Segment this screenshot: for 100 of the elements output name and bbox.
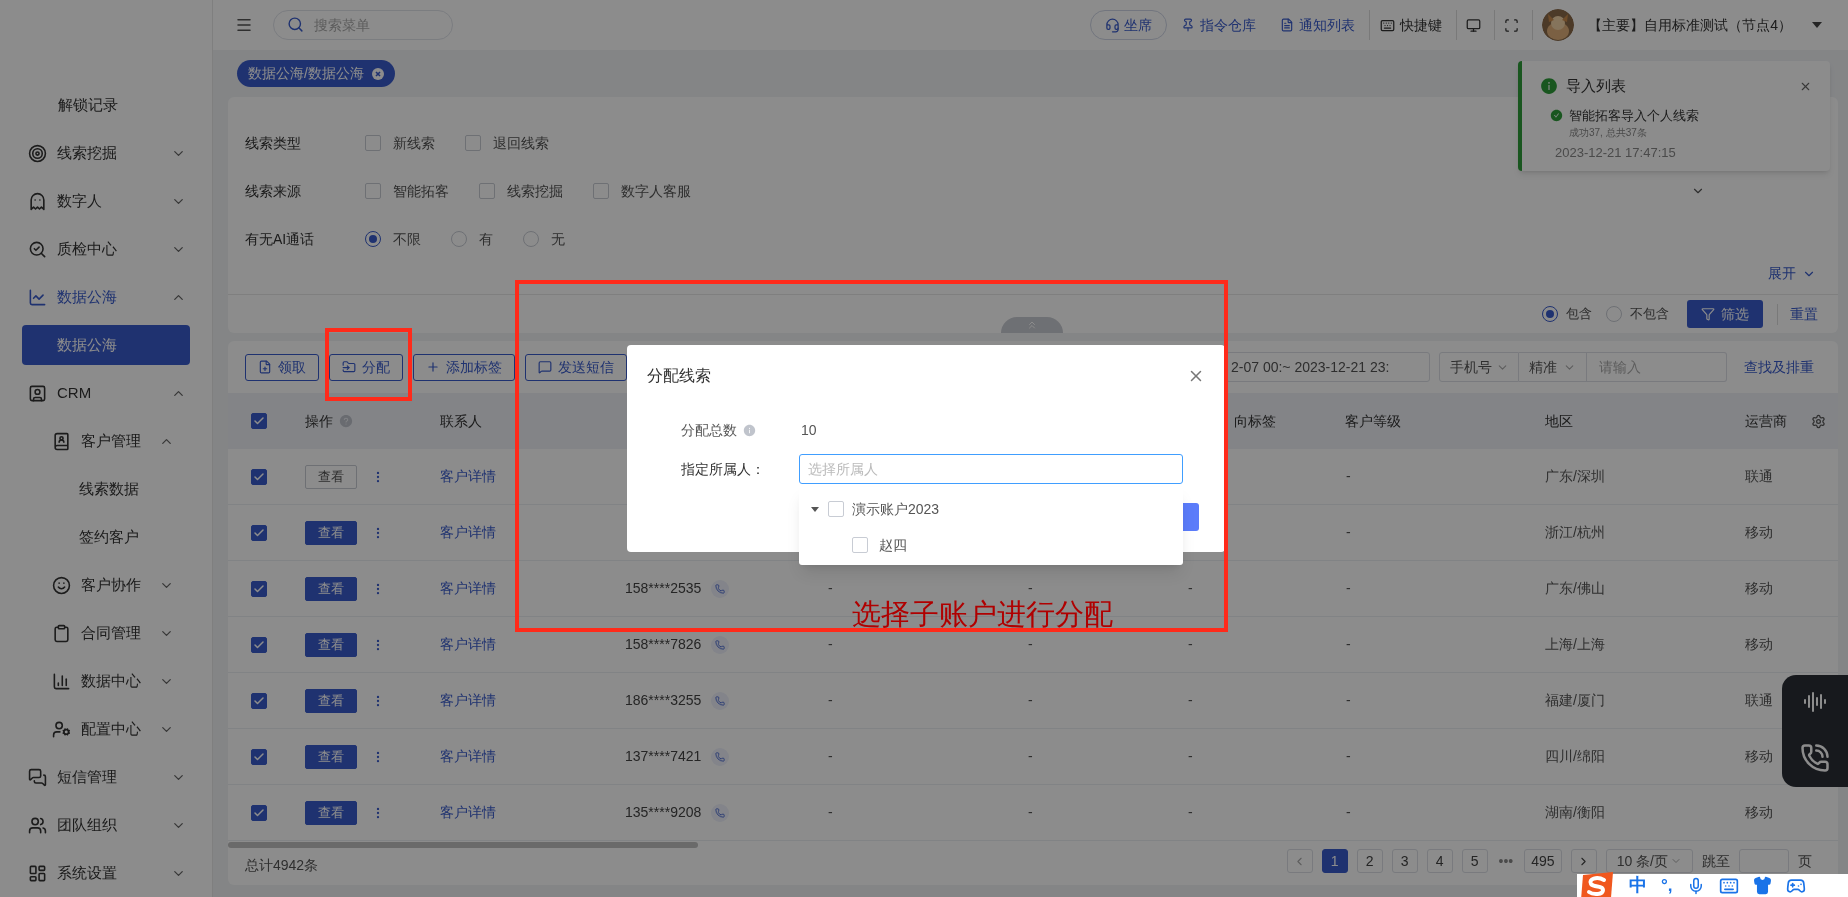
ime-punctuation[interactable]: °, [1661,872,1673,897]
date-range-field[interactable]: 2-07 00:~ 2023-12-21 23: [1226,352,1430,382]
row-checkbox[interactable] [251,692,267,709]
nav-item[interactable]: 线索挖掘 [0,129,212,177]
page-input[interactable] [1739,849,1789,873]
toolbar-button[interactable]: 发送短信 [525,353,627,381]
row-checkbox[interactable] [251,580,267,597]
user-name[interactable]: 【主要】自用标准测试（节点4） [1588,14,1792,36]
view-button[interactable]: 查看 [305,464,357,489]
nav-item[interactable]: 客户管理 [0,417,212,465]
toolbar-link[interactable]: 通知列表 [1270,10,1366,40]
nav-item[interactable]: 线索数据 [0,477,139,501]
table-cell: - [828,692,833,708]
nav-item[interactable]: 团队组织 [0,801,212,849]
contact-link[interactable]: 客户详情 [425,802,610,823]
nav-item[interactable]: 质检中心 [0,225,212,273]
nav-item[interactable]: 数据公海 [22,325,190,365]
contact-link[interactable]: 客户详情 [425,746,610,767]
expand-link[interactable]: 展开 [1768,263,1816,284]
checkbox[interactable] [365,183,381,199]
contact-link[interactable]: 客户详情 [425,578,610,599]
row-checkbox[interactable] [251,524,267,541]
toolbar-button[interactable]: 添加标签 [413,353,515,381]
tree-item[interactable]: 演示账户2023 [852,498,940,520]
page-size-select[interactable]: 10 条/页 [1605,849,1693,873]
toolbar-link[interactable]: 指令仓库 [1171,10,1267,40]
page-tab[interactable]: 数据公海/数据公海 [237,60,395,87]
row-checkbox[interactable] [251,636,267,653]
settings-icon[interactable] [1811,413,1826,429]
caret-down-icon[interactable] [1812,22,1822,28]
phone-icon[interactable] [711,747,730,766]
page-button[interactable]: 5 [1461,849,1488,873]
close-icon[interactable] [371,67,384,80]
page-button[interactable]: 1 [1321,849,1348,873]
phone-icon[interactable] [1800,742,1830,773]
view-button[interactable]: 查看 [305,520,357,545]
checkbox[interactable] [828,501,844,517]
checkbox[interactable] [852,537,868,553]
nav-item[interactable]: 合同管理 [0,609,212,657]
row-checkbox[interactable] [251,804,267,821]
nav-item[interactable]: 客户协作 [0,561,212,609]
view-button[interactable]: 查看 [305,800,357,825]
view-button[interactable]: 查看 [305,632,357,657]
page-button[interactable]: 3 [1391,849,1418,873]
toolbar-button[interactable]: 分配 [329,353,403,381]
nav-item[interactable]: 数据公海 [0,273,212,321]
shortcut-button[interactable]: 快捷键 [1369,10,1453,40]
radio-button[interactable] [1542,306,1558,322]
find-dedupe-link[interactable]: 查找及排重 [1740,356,1818,378]
nav-item[interactable]: 配置中心 [0,705,212,753]
owner-select[interactable]: 选择所属人 [799,454,1183,484]
next-page-button[interactable] [1570,849,1597,873]
reset-link[interactable]: 重置 [1777,303,1818,325]
row-checkbox[interactable] [251,748,267,765]
contact-link[interactable]: 客户详情 [425,690,610,711]
checkbox[interactable] [465,135,481,151]
view-button[interactable]: 查看 [305,744,357,769]
phone-icon[interactable] [711,579,730,598]
page-ellipsis[interactable]: ••• [1496,850,1516,872]
field-select[interactable]: 手机号 [1439,352,1519,382]
nav-item[interactable]: 数字人 [0,177,212,225]
monitor-icon[interactable] [1466,17,1482,33]
checkbox[interactable] [365,135,381,151]
scan-icon[interactable] [1504,17,1520,33]
voice-chat-icon[interactable] [1803,689,1827,714]
toolbar-button[interactable]: 领取 [245,353,319,381]
nav-item[interactable]: 系统设置 [0,849,212,897]
contact-link[interactable]: 客户详情 [425,522,610,543]
view-button[interactable]: 查看 [305,688,357,713]
select-all-checkbox[interactable] [251,413,267,429]
view-button[interactable]: 查看 [305,576,357,601]
phone-icon[interactable] [711,691,730,710]
caret-icon[interactable] [810,504,820,514]
table-cell: - [1188,692,1193,708]
page-button[interactable]: 4 [1426,849,1453,873]
page-button[interactable]: 495 [1524,849,1562,873]
nav-item[interactable]: 短信管理 [0,753,212,801]
contact-link[interactable]: 客户详情 [425,634,610,655]
scrollbar[interactable] [228,842,698,848]
nav-item[interactable]: CRM [0,369,212,417]
ime-mode[interactable]: 中 [1629,872,1647,897]
sogou-logo-icon[interactable] [1579,871,1615,897]
checkbox[interactable] [593,183,609,199]
mode-select[interactable]: 精准 [1519,352,1587,382]
page-button[interactable]: 2 [1356,849,1383,873]
tree-item[interactable]: 赵四 [879,534,907,556]
phone-icon[interactable] [711,635,730,654]
table-cell: - [1346,636,1351,652]
filter-button[interactable]: 筛选 [1687,300,1763,328]
nav-item[interactable]: 解锁记录 [0,93,118,117]
nav-item[interactable]: 数据中心 [0,657,212,705]
checkbox[interactable] [479,183,495,199]
contact-link[interactable]: 客户详情 [425,466,610,487]
row-checkbox[interactable] [251,468,267,485]
radio-button[interactable] [365,231,381,247]
help-icon [339,414,353,428]
shirt-icon[interactable] [1752,876,1772,895]
nav-item[interactable]: 签约客户 [0,525,139,549]
phone-icon[interactable] [711,803,730,822]
menu-icon[interactable] [235,16,253,34]
